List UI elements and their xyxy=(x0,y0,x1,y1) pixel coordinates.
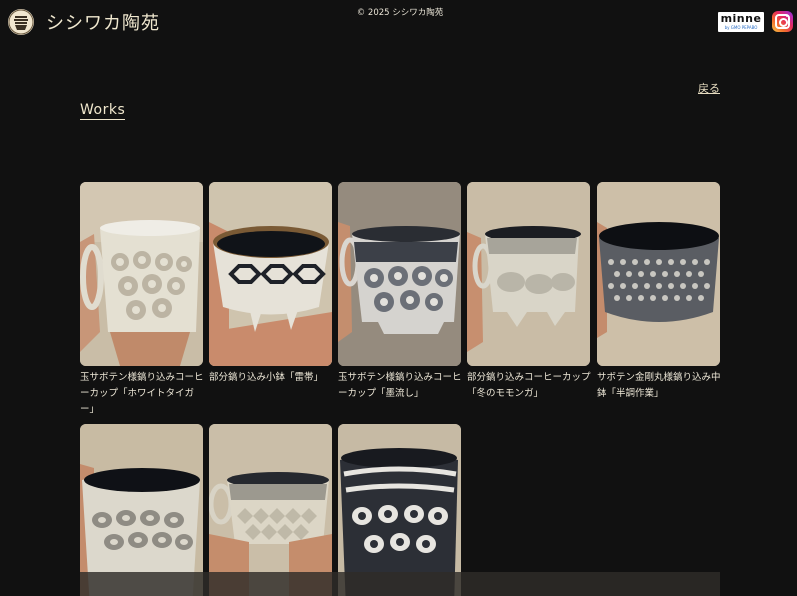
copyright-text: © 2025 シシワカ陶苑 xyxy=(356,8,444,18)
work-photo[interactable] xyxy=(338,424,461,596)
work-photo[interactable] xyxy=(80,182,203,366)
instagram-icon[interactable] xyxy=(772,11,793,32)
work-title[interactable]: 玉サボテン様鎬り込みコーヒーカップ「墨流し」 xyxy=(338,370,462,402)
work-photo[interactable] xyxy=(597,182,720,366)
work-photo[interactable] xyxy=(209,182,332,366)
back-link[interactable]: 戻る xyxy=(698,80,720,96)
work-title[interactable]: 部分鎬り込み小鉢「雷帯」 xyxy=(209,370,333,386)
page: シシワカ陶苑 minne by GMO PEPABO 戻る Works 玉サボテ… xyxy=(0,0,797,596)
work-photo[interactable] xyxy=(209,424,332,596)
work-photo[interactable] xyxy=(80,424,203,596)
work-title[interactable]: 部分鎬り込みコーヒーカップ「冬のモモンガ」 xyxy=(467,370,591,402)
work-title[interactable]: サボテン金剛丸様鎬り込み中鉢「半調作業」 xyxy=(597,370,721,402)
work-title[interactable]: 玉サボテン様鎬り込みコーヒーカップ「ホワイトタイガー」 xyxy=(80,370,204,418)
minne-sub-label: by GMO PEPABO xyxy=(724,25,758,30)
work-photo[interactable] xyxy=(467,182,590,366)
site-footer xyxy=(80,572,720,596)
section-title: Works xyxy=(80,102,126,120)
logo-emblem-icon[interactable] xyxy=(8,9,34,35)
work-photo[interactable] xyxy=(338,182,461,366)
